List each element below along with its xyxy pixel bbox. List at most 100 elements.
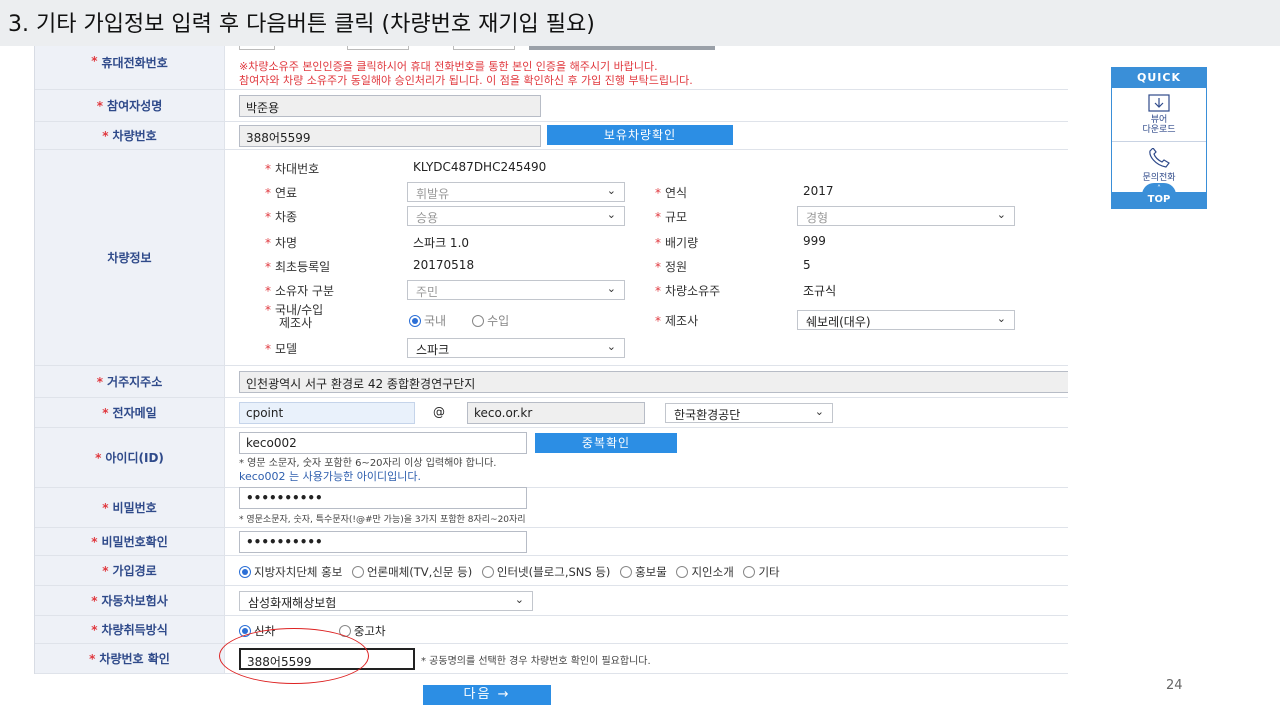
insurance-label: 자동차보험사 bbox=[101, 594, 168, 608]
userid-available-msg: keco002 는 사용가능한 아이디입니다. bbox=[239, 470, 421, 483]
at-sign: @ bbox=[433, 405, 445, 419]
origin-label-1: 국내/수입 bbox=[275, 303, 324, 317]
userid-label: 아이디(ID) bbox=[105, 451, 164, 465]
acquire-row: * 차량취득방식 신차 중고차 bbox=[35, 616, 1068, 644]
year-label: 연식 bbox=[665, 186, 688, 200]
model-name-value: 스파크 1.0 bbox=[413, 236, 470, 250]
email-row: * 전자메일 cpoint @ keco.or.kr 한국환경공단 ⌄ bbox=[35, 398, 1068, 428]
owner-auth-button[interactable] bbox=[529, 46, 715, 50]
route-radio-4[interactable] bbox=[620, 566, 633, 578]
password-row: * 비밀번호 •••••••••• * 영문소문자, 숫자, 특수문자(!@#만 … bbox=[35, 487, 1068, 528]
chevron-down-icon: ⌄ bbox=[606, 340, 616, 353]
fuel-select[interactable]: 휘발유 ⌄ bbox=[407, 182, 625, 202]
seat-value: 5 bbox=[803, 258, 811, 272]
chevron-down-icon: ⌄ bbox=[996, 312, 1006, 325]
origin-label-2: 제조사 bbox=[279, 316, 313, 330]
viewer-download-link[interactable]: 뷰어 다운로드 bbox=[1112, 88, 1206, 135]
password-field[interactable]: •••••••••• bbox=[239, 487, 527, 509]
userid-row: * 아이디(ID) keco002 중복확인 * 영문 소문자, 숫자 포함한 6… bbox=[35, 428, 1068, 488]
join-route-label: 가입경로 bbox=[112, 564, 157, 578]
slide-title: 3. 기타 가입정보 입력 후 다음버튼 클릭 (차량번호 재기입 필요) bbox=[0, 0, 1280, 46]
address-label: 거주지주소 bbox=[107, 375, 163, 389]
route-radio-5[interactable] bbox=[676, 566, 689, 578]
password-confirm-field[interactable]: •••••••••• bbox=[239, 531, 527, 553]
chevron-down-icon: ⌄ bbox=[606, 282, 616, 295]
origin-import-radio[interactable] bbox=[472, 315, 485, 327]
highlight-circle bbox=[219, 628, 369, 684]
cc-label: 배기량 bbox=[665, 236, 699, 250]
join-route-row: * 가입경로 지방자치단체 홍보 언론매체(TV,신문 등) 인터넷(블로그,SN… bbox=[35, 556, 1068, 586]
owner-type-select[interactable]: 주민 ⌄ bbox=[407, 280, 625, 300]
scale-label: 규모 bbox=[665, 210, 688, 224]
owner-label: 차량소유주 bbox=[665, 284, 721, 298]
participant-row: * 참여자성명 박준용 bbox=[35, 90, 1068, 122]
address-field[interactable]: 인천광역시 서구 환경로 42 종합환경연구단지 bbox=[239, 371, 1068, 393]
quick-menu: QUICK 뷰어 다운로드 문의전화 ˄ TOP bbox=[1111, 67, 1207, 209]
chevron-down-icon: ⌄ bbox=[814, 405, 824, 418]
reg-date-value: 20170518 bbox=[413, 258, 475, 272]
download-icon bbox=[1148, 94, 1170, 112]
vin-value: KLYDC487DHC245490 bbox=[413, 160, 547, 174]
car-confirm-row: * 차량번호 확인 388어5599 * 공동명의를 선택한 경우 차량번호 확인… bbox=[35, 644, 1068, 674]
duplicate-check-button[interactable]: 중복확인 bbox=[535, 433, 677, 453]
email-domain-field[interactable]: keco.or.kr bbox=[467, 402, 645, 424]
origin-domestic-radio[interactable] bbox=[409, 315, 421, 327]
owned-vehicle-check-button[interactable]: 보유차량확인 bbox=[547, 125, 733, 145]
route-radio-3[interactable] bbox=[481, 566, 494, 578]
cc-value: 999 bbox=[803, 234, 826, 248]
page-number: 24 bbox=[1166, 678, 1183, 693]
year-value: 2017 bbox=[803, 184, 834, 198]
owner-value: 조규식 bbox=[803, 284, 837, 298]
insurance-select[interactable]: 삼성화재해상보험 ⌄ bbox=[239, 591, 533, 611]
password-confirm-row: * 비밀번호확인 •••••••••• bbox=[35, 528, 1068, 556]
model-select[interactable]: 스파크 ⌄ bbox=[407, 338, 625, 358]
route-radio-6[interactable] bbox=[743, 566, 756, 578]
email-domain-select[interactable]: 한국환경공단 ⌄ bbox=[665, 403, 833, 423]
scale-select[interactable]: 경형 ⌄ bbox=[797, 206, 1015, 226]
userid-field[interactable]: keco002 bbox=[239, 432, 527, 454]
email-id-field[interactable]: cpoint bbox=[239, 402, 415, 424]
quick-title: QUICK bbox=[1112, 68, 1206, 88]
inquiry-call-link[interactable]: 문의전화 bbox=[1112, 147, 1206, 183]
vehicle-info-row: 차량정보 * 차대번호 KLYDC487DHC245490 * 연료 휘발유 ⌄ * 연… bbox=[35, 150, 1068, 366]
signup-form: * 휴대전화번호 ※차량소유주 본인인증을 클릭하시어 휴대 전화번호를 통한 본… bbox=[34, 46, 1068, 674]
car-number-row: * 차량번호 388어5599 보유차량확인 bbox=[35, 122, 1068, 150]
phone-label: 휴대전화번호 bbox=[101, 56, 168, 70]
top-button[interactable]: TOP bbox=[1112, 192, 1206, 208]
acquire-label: 차량취득방식 bbox=[101, 623, 168, 637]
phone-row: * 휴대전화번호 ※차량소유주 본인인증을 클릭하시어 휴대 전화번호를 통한 본… bbox=[35, 46, 1068, 90]
password-hint: * 영문소문자, 숫자, 특수문자(!@#만 가능)을 3가지 포함한 8자리~… bbox=[239, 515, 526, 525]
route-radio-2[interactable] bbox=[351, 566, 364, 578]
userid-hint: * 영문 소문자, 숫자 포함한 6~20자리 이상 입력해야 합니다. bbox=[239, 458, 497, 469]
participant-name-field[interactable]: 박준용 bbox=[239, 95, 541, 117]
type-select[interactable]: 승용 ⌄ bbox=[407, 206, 625, 226]
chevron-down-icon: ⌄ bbox=[606, 208, 616, 221]
seat-label: 정원 bbox=[665, 260, 688, 274]
car-confirm-hint: * 공동명의를 선택한 경우 차량번호 확인이 필요합니다. bbox=[421, 656, 651, 667]
fuel-label: 연료 bbox=[275, 186, 298, 200]
route-radio-1[interactable] bbox=[239, 566, 251, 578]
model-label: 모델 bbox=[275, 342, 298, 356]
insurance-row: * 자동차보험사 삼성화재해상보험 ⌄ bbox=[35, 586, 1068, 616]
vin-label: 차대번호 bbox=[275, 162, 320, 176]
email-label: 전자메일 bbox=[112, 406, 157, 420]
maker-select[interactable]: 쉐보레(대우) ⌄ bbox=[797, 310, 1015, 330]
password-confirm-label: 비밀번호확인 bbox=[101, 535, 168, 549]
reg-date-label: 최초등록일 bbox=[275, 260, 331, 274]
phone-notice-2: 참여자와 차량 소유주가 동일해야 승인처리가 됩니다. 이 점을 확인하신 후… bbox=[239, 74, 693, 87]
owner-type-label: 소유자 구분 bbox=[275, 284, 335, 298]
chevron-down-icon: ⌄ bbox=[606, 184, 616, 197]
vehicle-info-label: 차량정보 bbox=[107, 251, 152, 265]
next-button[interactable]: 다음 → bbox=[423, 685, 551, 705]
phone-prefix-field[interactable] bbox=[239, 46, 275, 50]
car-confirm-label: 차량번호 확인 bbox=[99, 652, 170, 666]
maker-label: 제조사 bbox=[665, 314, 699, 328]
password-label: 비밀번호 bbox=[112, 501, 157, 515]
model-name-label: 차명 bbox=[275, 236, 298, 250]
car-number-label: 차량번호 bbox=[112, 129, 157, 143]
phone-icon bbox=[1149, 147, 1170, 168]
participant-label: 참여자성명 bbox=[107, 99, 163, 113]
car-number-field[interactable]: 388어5599 bbox=[239, 125, 541, 147]
phone-middle-field[interactable] bbox=[347, 46, 409, 50]
phone-last-field[interactable] bbox=[453, 46, 515, 50]
